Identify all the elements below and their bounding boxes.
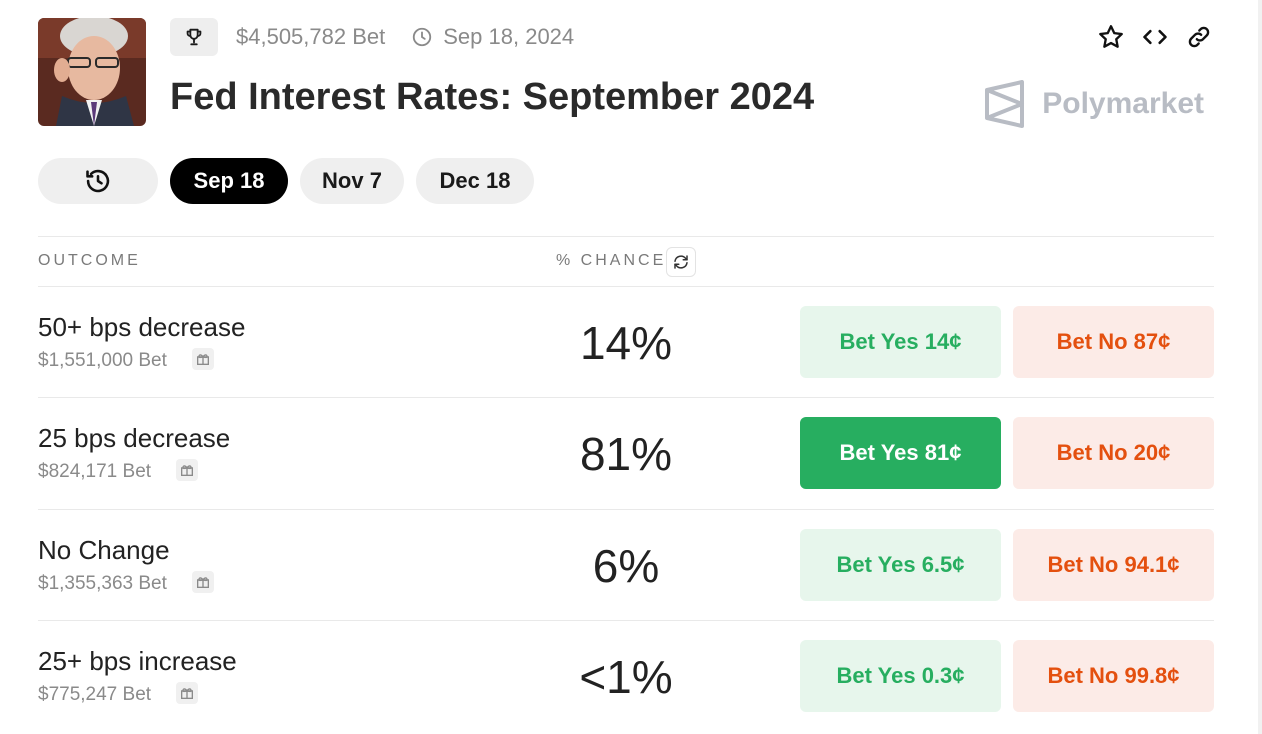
refresh-icon — [674, 255, 688, 269]
gift-icon[interactable] — [192, 571, 214, 593]
code-icon — [1143, 29, 1167, 45]
polymarket-logo — [985, 80, 1025, 128]
outcome-row: 25 bps decrease $824,171 Bet 81% Bet Yes… — [38, 397, 1214, 509]
brand: Polymarket — [984, 80, 1204, 128]
tab-nov-7[interactable]: Nov 7 — [300, 158, 404, 204]
outcome-name: 25+ bps increase — [38, 646, 237, 676]
link-icon — [1188, 26, 1210, 48]
outcome-chance: <1% — [579, 651, 673, 703]
outcome-row: 25+ bps increase $775,247 Bet <1% Bet Ye… — [38, 620, 1214, 732]
tab-dec-18[interactable]: Dec 18 — [416, 158, 534, 204]
date-tabs: Sep 18 Nov 7 Dec 18 — [38, 158, 534, 204]
gift-icon[interactable] — [192, 348, 214, 370]
scroll-edge — [1258, 0, 1262, 734]
history-icon — [86, 169, 110, 193]
bet-yes-button[interactable]: Bet Yes 81¢ — [800, 417, 1001, 489]
divider — [38, 236, 1214, 237]
tab-sep-18[interactable]: Sep 18 — [170, 158, 288, 204]
outcome-name: 50+ bps decrease — [38, 312, 246, 342]
market-meta: $4,505,782 Bet Sep 18, 2024 — [170, 18, 574, 56]
trophy-icon — [186, 28, 202, 46]
bet-no-button[interactable]: Bet No 94.1¢ — [1013, 529, 1214, 601]
outcome-row: 50+ bps decrease $1,551,000 Bet 14% Bet … — [38, 286, 1214, 398]
gift-icon[interactable] — [176, 682, 198, 704]
bet-no-button[interactable]: Bet No 87¢ — [1013, 306, 1214, 378]
bet-no-button[interactable]: Bet No 99.8¢ — [1013, 640, 1214, 712]
end-date: Sep 18, 2024 — [443, 24, 575, 49]
tab-history[interactable] — [38, 158, 158, 204]
column-outcome: OUTCOME — [38, 252, 141, 269]
outcome-volume: $775,247 Bet — [38, 684, 152, 705]
outcome-volume: $824,171 Bet — [38, 461, 152, 482]
header-actions — [1096, 22, 1214, 52]
outcome-chance: 6% — [592, 540, 660, 592]
page-title: Fed Interest Rates: September 2024 — [170, 76, 815, 118]
embed-button[interactable] — [1140, 22, 1170, 52]
column-chance: % CHANCE — [556, 252, 667, 269]
clock-icon — [411, 26, 433, 48]
gift-icon[interactable] — [176, 459, 198, 481]
outcome-volume: $1,551,000 Bet — [38, 350, 167, 371]
total-volume: $4,505,782 Bet — [236, 24, 386, 49]
bet-yes-button[interactable]: Bet Yes 6.5¢ — [800, 529, 1001, 601]
star-icon — [1099, 25, 1123, 48]
outcome-chance: 14% — [579, 317, 673, 369]
trophy-button[interactable] — [170, 18, 218, 56]
brand-name: Polymarket — [1042, 87, 1204, 120]
copy-link-button[interactable] — [1184, 22, 1214, 52]
market-header: $4,505,782 Bet Sep 18, 2024 Fed Interest… — [38, 18, 1214, 128]
bet-yes-button[interactable]: Bet Yes 0.3¢ — [800, 640, 1001, 712]
outcome-volume: $1,355,363 Bet — [38, 573, 167, 594]
outcome-row: No Change $1,355,363 Bet 6% Bet Yes 6.5¢… — [38, 509, 1214, 621]
outcome-chance: 81% — [579, 428, 673, 480]
bet-no-button[interactable]: Bet No 20¢ — [1013, 417, 1214, 489]
favorite-button[interactable] — [1096, 22, 1126, 52]
market-avatar — [38, 18, 146, 126]
bet-yes-button[interactable]: Bet Yes 14¢ — [800, 306, 1001, 378]
outcome-name: 25 bps decrease — [38, 423, 231, 453]
outcome-name: No Change — [38, 535, 170, 565]
refresh-button[interactable] — [666, 247, 696, 277]
